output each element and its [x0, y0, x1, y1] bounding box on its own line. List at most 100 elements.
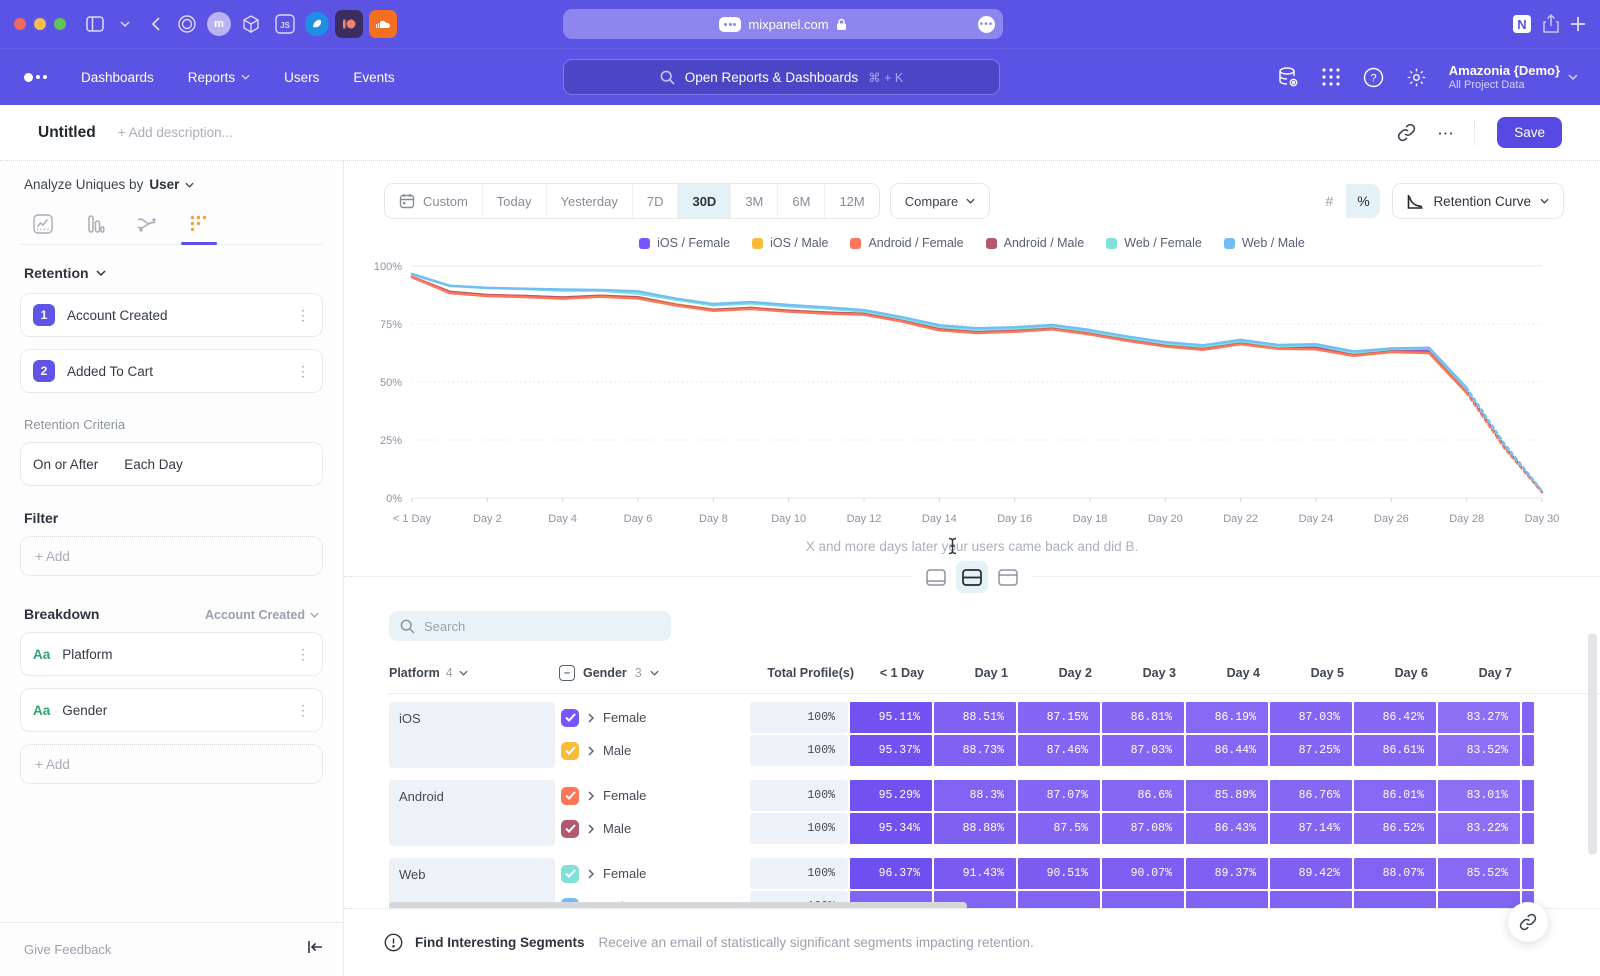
retention-value-cell[interactable]: 83.52% — [1438, 735, 1520, 766]
more-options-button[interactable]: ⋮ — [1443, 126, 1448, 140]
breakdown-item-platform[interactable]: AaPlatform⋮ — [20, 632, 323, 676]
retention-value-cell[interactable]: 88.3% — [934, 780, 1016, 811]
platform-column-header[interactable]: Platform 4 — [389, 666, 559, 680]
breakdown-scope-dropdown[interactable]: Account Created — [205, 608, 319, 622]
compare-button[interactable]: Compare — [890, 183, 990, 219]
retention-value-cell[interactable]: 83.01% — [1438, 780, 1520, 811]
share-icon[interactable] — [1542, 14, 1560, 34]
nav-link-users[interactable]: Users — [284, 70, 319, 85]
vertical-scrollbar[interactable] — [1588, 633, 1597, 855]
retention-step-2[interactable]: 2Added To Cart⋮ — [20, 349, 323, 393]
retention-value-cell[interactable]: 86.76% — [1270, 780, 1352, 811]
retention-value-cell[interactable]: 86.52% — [1354, 813, 1436, 844]
retention-value-cell[interactable]: 88.51% — [934, 702, 1016, 733]
expand-chevron-icon[interactable] — [588, 746, 594, 756]
retention-value-cell[interactable]: 88.07% — [1354, 858, 1436, 889]
retention-value-cell[interactable]: 85.52% — [1438, 858, 1520, 889]
value-mode-count[interactable]: # — [1312, 184, 1346, 218]
segments-title[interactable]: Find Interesting Segments — [415, 935, 585, 950]
retention-value-cell[interactable]: 87.14% — [1270, 813, 1352, 844]
tab-insights[interactable] — [22, 208, 64, 244]
retention-value-cell[interactable]: 90.51% — [1018, 858, 1100, 889]
retention-value-cell[interactable]: 91.43% — [934, 858, 1016, 889]
retention-value-cell[interactable]: 87.07% — [1018, 780, 1100, 811]
close-window-button[interactable] — [14, 18, 26, 30]
new-tab-plus-icon[interactable] — [1570, 16, 1586, 32]
apps-grid-icon[interactable] — [1321, 67, 1341, 87]
day-column-header[interactable]: Day 2 — [1022, 666, 1106, 680]
step-menu-button[interactable]: ⋮ — [296, 313, 310, 318]
day-column-header[interactable]: < 1 Day — [854, 666, 938, 680]
date-range-yesterday[interactable]: Yesterday — [547, 184, 633, 218]
collapse-sidebar-icon[interactable] — [307, 940, 323, 959]
legend-item[interactable]: Web / Male — [1224, 236, 1305, 250]
notion-extension-icon[interactable]: N — [1512, 14, 1532, 34]
expand-chevron-icon[interactable] — [588, 824, 594, 834]
retention-value-cell[interactable]: 86.81% — [1102, 702, 1184, 733]
date-range-6m[interactable]: 6M — [778, 184, 825, 218]
date-range-30d[interactable]: 30D — [678, 184, 731, 218]
legend-item[interactable]: Android / Male — [986, 236, 1085, 250]
date-range-3m[interactable]: 3M — [731, 184, 778, 218]
breakdown-menu-button[interactable]: ⋮ — [296, 708, 310, 713]
retention-value-cell[interactable]: 89.37% — [1186, 858, 1268, 889]
pinned-tab-rings-icon[interactable] — [173, 10, 201, 38]
expand-chevron-icon[interactable] — [588, 791, 594, 801]
retention-value-cell[interactable]: 89.42% — [1270, 858, 1352, 889]
date-range-today[interactable]: Today — [483, 184, 547, 218]
gender-cell[interactable]: Female — [559, 780, 750, 811]
sidebar-toggle-icon[interactable] — [82, 11, 108, 37]
gender-cell[interactable]: Female — [559, 858, 750, 889]
retention-chart[interactable]: 0%25%50%75%100%< 1 DayDay 2Day 4Day 6Day… — [350, 254, 1600, 535]
criteria-mode[interactable]: On or After — [33, 457, 98, 472]
step-menu-button[interactable]: ⋮ — [296, 369, 310, 374]
day-column-header[interactable]: Day 3 — [1106, 666, 1190, 680]
save-button[interactable]: Save — [1497, 117, 1562, 148]
series-checkbox[interactable] — [561, 709, 579, 727]
project-switcher[interactable]: Amazonia {Demo} All Project Data — [1449, 63, 1578, 91]
give-feedback-link[interactable]: Give Feedback — [24, 942, 111, 957]
retention-criteria-card[interactable]: On or After Each Day — [20, 442, 323, 486]
breakdown-menu-button[interactable]: ⋮ — [296, 652, 310, 657]
nav-link-events[interactable]: Events — [353, 70, 394, 85]
soundcloud-tab-icon[interactable] — [369, 10, 397, 38]
data-management-icon[interactable] — [1277, 66, 1299, 88]
copy-link-icon[interactable] — [1397, 123, 1416, 142]
retention-value-cell[interactable]: 87.25% — [1270, 735, 1352, 766]
retention-value-cell[interactable]: 85.89% — [1186, 780, 1268, 811]
maximize-window-button[interactable] — [54, 18, 66, 30]
retention-value-cell[interactable]: 96.37% — [850, 858, 932, 889]
analyze-entity-dropdown[interactable]: User — [149, 177, 179, 192]
retention-value-cell[interactable]: 87.5% — [1018, 813, 1100, 844]
series-checkbox[interactable] — [561, 865, 579, 883]
settings-gear-icon[interactable] — [1406, 67, 1427, 88]
retention-value-cell[interactable]: 95.37% — [850, 735, 932, 766]
retention-value-cell[interactable]: 87.03% — [1102, 735, 1184, 766]
retention-value-cell[interactable]: 88.73% — [934, 735, 1016, 766]
add-filter-button[interactable]: + Add — [20, 536, 323, 576]
back-button[interactable] — [142, 11, 168, 37]
retention-section-header[interactable]: Retention — [24, 265, 319, 281]
minimize-window-button[interactable] — [34, 18, 46, 30]
nav-link-reports[interactable]: Reports — [188, 70, 250, 85]
day-column-header[interactable]: Day 1 — [938, 666, 1022, 680]
platform-cell[interactable]: Android — [389, 780, 555, 846]
tab-retention[interactable] — [178, 208, 220, 244]
mixpanel-logo[interactable] — [24, 73, 47, 82]
legend-item[interactable]: iOS / Male — [752, 236, 828, 250]
retention-step-1[interactable]: 1Account Created⋮ — [20, 293, 323, 337]
criteria-interval[interactable]: Each Day — [124, 457, 183, 472]
pinned-tab-js-icon[interactable]: JS — [271, 10, 299, 38]
share-link-fab[interactable] — [1508, 902, 1548, 942]
breakdown-item-gender[interactable]: AaGender⋮ — [20, 688, 323, 732]
date-range-12m[interactable]: 12M — [825, 184, 878, 218]
gender-cell[interactable]: Male — [559, 813, 750, 844]
day-column-header[interactable]: Day 5 — [1274, 666, 1358, 680]
mixpanel-tab-icon[interactable] — [335, 10, 363, 38]
day-column-header[interactable]: Day 6 — [1358, 666, 1442, 680]
series-checkbox[interactable] — [561, 742, 579, 760]
chevron-down-icon[interactable] — [112, 11, 138, 37]
legend-item[interactable]: Web / Female — [1106, 236, 1202, 250]
tab-flows[interactable] — [126, 208, 168, 244]
global-search-bar[interactable]: Open Reports & Dashboards ⌘ + K — [563, 59, 1000, 95]
